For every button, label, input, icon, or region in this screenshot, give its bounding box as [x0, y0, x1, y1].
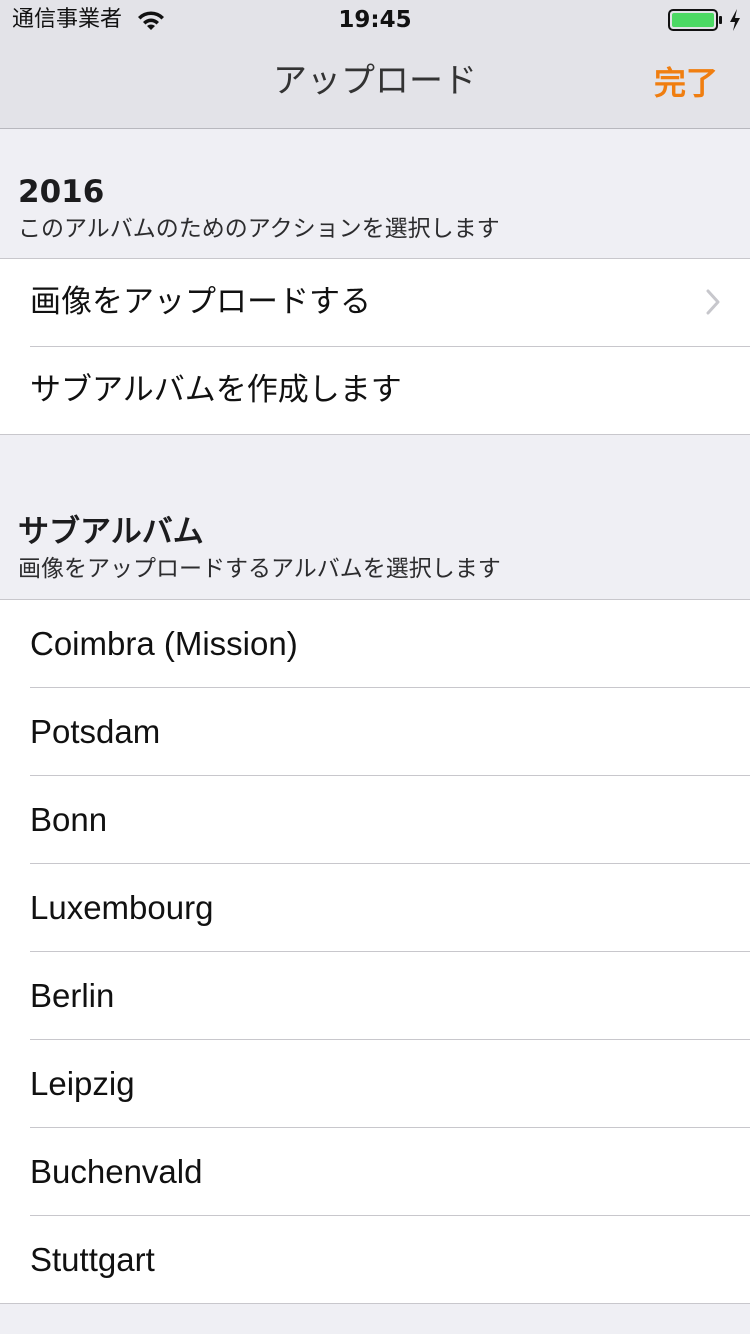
list-item[interactable]: Stuttgart	[30, 1216, 750, 1303]
done-button[interactable]: 完了	[654, 60, 718, 106]
list-item[interactable]: Leipzig	[30, 1040, 750, 1128]
chevron-right-icon	[706, 289, 720, 315]
album-name: Stuttgart	[30, 1241, 155, 1278]
section-header-sub-albums: サブアルバム 画像をアップロードするアルバムを選択します	[18, 512, 738, 584]
list-item[interactable]: Buchenvald	[30, 1128, 750, 1216]
album-name: Coimbra (Mission)	[30, 625, 298, 662]
status-bar: 通信事業者 19:45	[0, 0, 750, 40]
charging-bolt-icon	[730, 9, 740, 31]
create-sub-album-row[interactable]: サブアルバムを作成します	[30, 347, 750, 434]
page-title: アップロード	[273, 61, 477, 101]
list-item[interactable]: Coimbra (Mission)	[30, 600, 750, 688]
section-title: 2016	[18, 174, 105, 210]
list-item[interactable]: Luxembourg	[30, 864, 750, 952]
list-item[interactable]: Berlin	[30, 952, 750, 1040]
album-name: Leipzig	[30, 1065, 135, 1102]
section-subtitle: 画像をアップロードするアルバムを選択します	[18, 556, 501, 582]
actions-list: 画像をアップロードする サブアルバムを作成します	[0, 258, 750, 435]
section-subtitle: このアルバムのためのアクションを選択します	[18, 216, 500, 242]
section-header-actions: 2016 このアルバムのためのアクションを選択します	[18, 172, 738, 244]
album-name: Bonn	[30, 801, 108, 838]
navigation-bar: 通信事業者 19:45 アップロード 完了	[0, 0, 750, 129]
section-title: サブアルバム	[18, 514, 204, 550]
album-name: Buchenvald	[30, 1153, 203, 1190]
album-name: Berlin	[30, 977, 115, 1014]
status-time: 19:45	[338, 7, 412, 33]
list-item-label: サブアルバムを作成します	[30, 372, 402, 408]
list-item[interactable]: Bonn	[30, 776, 750, 864]
list-item[interactable]: Potsdam	[30, 688, 750, 776]
battery-icon	[668, 9, 722, 31]
album-name: Luxembourg	[30, 889, 214, 926]
list-item-label: 画像をアップロードする	[30, 284, 371, 320]
album-name: Potsdam	[30, 713, 161, 750]
upload-images-row[interactable]: 画像をアップロードする	[30, 259, 750, 347]
sub-album-list: Coimbra (Mission) Potsdam Bonn Luxembour…	[0, 599, 750, 1304]
